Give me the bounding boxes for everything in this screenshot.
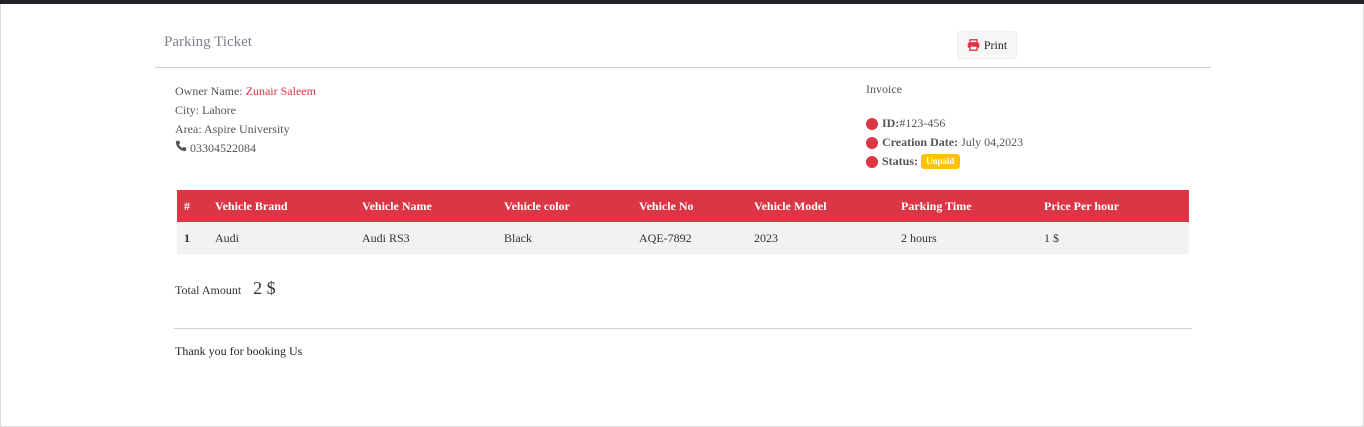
table-cell: 1 bbox=[177, 222, 215, 254]
column-header: Vehicle Name bbox=[362, 190, 504, 222]
column-header: Price Per hour bbox=[1044, 190, 1189, 222]
invoice-status-label: Status: bbox=[882, 154, 919, 168]
invoice-date-label: Creation Date: bbox=[882, 135, 959, 149]
invoice-list: ID: #123-456 Creation Date: July 04,2023 … bbox=[866, 114, 1023, 171]
column-header: Vehicle Brand bbox=[215, 190, 362, 222]
invoice-id-value: #123-456 bbox=[899, 116, 946, 130]
circle-dot-icon bbox=[866, 136, 878, 149]
footer-divider bbox=[174, 328, 1192, 329]
vehicle-table: # Vehicle Brand Vehicle Name Vehicle col… bbox=[177, 190, 1189, 254]
table-row: 1 Audi Audi RS3 Black AQE-7892 2023 2 ho… bbox=[177, 222, 1189, 254]
print-label: Print bbox=[983, 37, 1008, 52]
status-badge: Unpaid bbox=[921, 154, 960, 169]
total-label: Total Amount bbox=[175, 283, 242, 297]
table-cell: Black bbox=[504, 222, 639, 254]
invoice-id-row: ID: #123-456 bbox=[866, 114, 1023, 133]
table-cell: 1 $ bbox=[1044, 222, 1189, 254]
invoice-title: Invoice bbox=[866, 82, 902, 96]
thank-you-message: Thank you for booking Us bbox=[175, 344, 303, 358]
invoice-date-value: July 04,2023 bbox=[958, 135, 1024, 149]
total-amount: Total Amount 2 $ bbox=[175, 278, 276, 299]
owner-phone: 03304522084 bbox=[190, 141, 256, 155]
owner-city: City: Lahore bbox=[175, 103, 236, 117]
column-header: Parking Time bbox=[901, 190, 1044, 222]
owner-name-label: Owner Name: bbox=[175, 84, 246, 98]
column-header: # bbox=[177, 190, 215, 222]
invoice-date-row: Creation Date: July 04,2023 bbox=[866, 133, 1023, 152]
page-title: Parking Ticket bbox=[164, 34, 252, 50]
circle-dot-icon bbox=[866, 155, 878, 168]
total-value: 2 $ bbox=[253, 278, 276, 298]
table-cell: Audi RS3 bbox=[362, 222, 504, 254]
table-cell: AQE-7892 bbox=[639, 222, 754, 254]
table-cell: Audi bbox=[215, 222, 362, 254]
owner-details: Owner Name: Zunair Saleem City: Lahore A… bbox=[175, 82, 316, 158]
table-header-row: # Vehicle Brand Vehicle Name Vehicle col… bbox=[177, 190, 1189, 222]
owner-phone-row: 03304522084 bbox=[175, 139, 316, 158]
invoice-status-row: Status: Unpaid bbox=[866, 152, 1023, 171]
print-icon bbox=[967, 39, 980, 51]
print-button[interactable]: Print bbox=[957, 31, 1017, 59]
owner-name-row: Owner Name: Zunair Saleem bbox=[175, 82, 316, 101]
column-header: Vehicle No bbox=[639, 190, 754, 222]
table-cell: 2023 bbox=[754, 222, 901, 254]
column-header: Vehicle Model bbox=[754, 190, 901, 222]
owner-area: Area: Aspire University bbox=[175, 122, 290, 136]
invoice-details: Invoice ID: #123-456 Creation Date: July … bbox=[866, 82, 1023, 171]
circle-dot-icon bbox=[866, 117, 878, 130]
invoice-id-label: ID: bbox=[882, 116, 900, 130]
ticket-header: Parking Ticket Print bbox=[155, 4, 1211, 68]
phone-icon bbox=[175, 139, 187, 158]
table-cell: 2 hours bbox=[901, 222, 1044, 254]
owner-name-value: Zunair Saleem bbox=[245, 84, 316, 98]
column-header: Vehicle color bbox=[504, 190, 639, 222]
